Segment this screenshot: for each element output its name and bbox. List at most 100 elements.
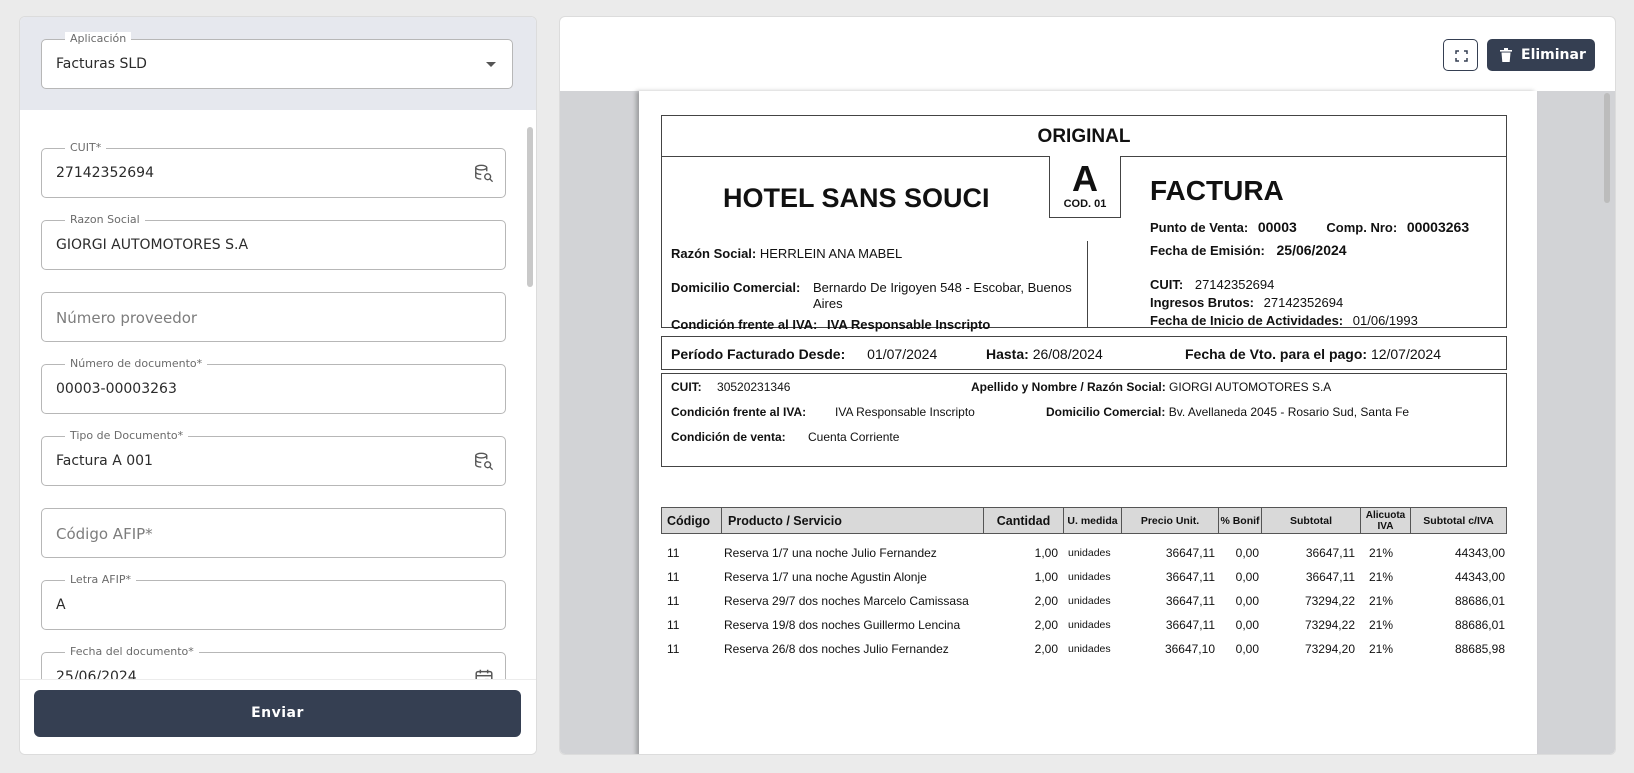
client-cuit-label: CUIT:: [671, 380, 702, 394]
row-producto: Reserva 1/7 una noche Agustin Alonje: [724, 570, 927, 584]
row-cantidad: 1,00: [1034, 570, 1058, 584]
row-precio: 36647,11: [1165, 546, 1215, 560]
row-cantidad: 2,00: [1034, 642, 1058, 656]
comp-nro-value: 00003263: [1406, 219, 1470, 235]
numero-documento-field[interactable]: Número de documento* 00003-00003263: [41, 357, 506, 414]
items-table-header: Código Producto / Servicio Cantidad U. m…: [661, 507, 1507, 534]
row-codigo: 11: [667, 594, 680, 608]
issuer-cuit: CUIT: 27142352694: [1150, 277, 1274, 292]
client-iva-value: IVA Responsable Inscripto: [835, 405, 975, 419]
issuer-domicilio-line1: Bernardo De Irigoyen 548 - Escobar, Buen…: [813, 280, 1072, 295]
pdf-viewer[interactable]: ORIGINAL A COD. 01 HOTEL SANS SOUCI FACT…: [560, 91, 1615, 754]
fecha-emision: Fecha de Emisión: 25/06/2024: [1150, 242, 1347, 258]
aplicacion-select[interactable]: Aplicación Facturas SLD: [41, 32, 513, 89]
form-scrollbar[interactable]: [527, 127, 533, 287]
periodo-hasta: Hasta: 26/08/2024: [986, 346, 1103, 362]
cuit-label: CUIT*: [65, 141, 107, 155]
eliminar-label: Eliminar: [1521, 47, 1586, 63]
fecha-emision-label: Fecha de Emisión:: [1150, 243, 1265, 258]
row-cantidad: 2,00: [1034, 618, 1058, 632]
client-nombre: Apellido y Nombre / Razón Social: GIORGI…: [971, 380, 1331, 394]
col-cantidad: Cantidad: [984, 508, 1064, 533]
fecha-documento-label: Fecha del documento*: [65, 645, 199, 659]
row-bonif: 0,00: [1235, 546, 1259, 560]
punto-venta-value: 00003: [1257, 219, 1297, 235]
application-selector-area: Aplicación Facturas SLD: [20, 17, 536, 110]
codigo-afip-input[interactable]: Código AFIP*: [41, 508, 506, 558]
copy-label: ORIGINAL: [1037, 126, 1131, 147]
client-domicilio-value: Bv. Avellaneda 2045 - Rosario Sud, Santa…: [1168, 405, 1410, 419]
row-total: 88686,01: [1454, 594, 1505, 608]
client-nombre-value: GIORGI AUTOMOTORES S.A: [1169, 380, 1332, 394]
periodo-desde-label: Período Facturado Desde:: [671, 346, 846, 362]
row-bonif: 0,00: [1235, 642, 1259, 656]
razon-social-value: GIORGI AUTOMOTORES S.A: [56, 237, 249, 253]
inicio-actividades: Fecha de Inicio de Actividades: 01/06/19…: [1150, 313, 1418, 328]
cuit-field[interactable]: CUIT* 27142352694: [41, 141, 506, 198]
row-precio: 36647,11: [1165, 570, 1215, 584]
invoice-letter: A: [1072, 158, 1098, 199]
client-domicilio-label: Domicilio Comercial:: [1046, 405, 1166, 419]
chevron-down-icon[interactable]: [486, 62, 496, 67]
col-alicuota: Alicuota IVA: [1361, 508, 1411, 533]
inicio-actividades-label: Fecha de Inicio de Actividades:: [1150, 313, 1344, 328]
issuer-razon-social-label: Razón Social:: [671, 246, 757, 261]
row-umedida: unidades: [1068, 619, 1111, 631]
invoice-page: ORIGINAL A COD. 01 HOTEL SANS SOUCI FACT…: [639, 91, 1537, 754]
header-divider: [1087, 241, 1088, 328]
periodo-hasta-label: Hasta:: [986, 346, 1029, 362]
numero-documento-value: 00003-00003263: [56, 381, 177, 397]
tipo-documento-value: Factura A 001: [56, 453, 153, 469]
comp-nro-label: Comp. Nro:: [1326, 220, 1398, 235]
eliminar-button[interactable]: Eliminar: [1487, 39, 1595, 71]
row-bonif: 0,00: [1235, 594, 1259, 608]
tipo-documento-field[interactable]: Tipo de Documento* Factura A 001: [41, 429, 506, 486]
razon-social-label: Razon Social: [65, 213, 145, 227]
row-precio: 36647,11: [1165, 618, 1215, 632]
col-umedida: U. medida: [1064, 508, 1122, 533]
razon-social-field[interactable]: Razon Social GIORGI AUTOMOTORES S.A: [41, 213, 506, 270]
col-subtotal: Subtotal: [1262, 508, 1361, 533]
row-precio: 36647,11: [1165, 594, 1215, 608]
letra-afip-field[interactable]: Letra AFIP* A: [41, 573, 506, 630]
issuer-cuit-value: 27142352694: [1194, 277, 1275, 292]
table-row: 11 Reserva 1/7 una noche Agustin Alonje …: [661, 565, 1507, 589]
period-box: Período Facturado Desde: 01/07/2024 Hast…: [661, 336, 1507, 370]
database-search-icon[interactable]: [473, 451, 495, 473]
client-domicilio: Domicilio Comercial: Bv. Avellaneda 2045…: [1046, 405, 1409, 419]
numero-proveedor-input[interactable]: Número proveedor: [41, 292, 506, 342]
enviar-button[interactable]: Enviar: [34, 690, 521, 737]
issuer-iva: Condición frente al IVA: IVA Responsable…: [671, 317, 990, 332]
aplicacion-label: Aplicación: [65, 32, 132, 46]
company-name: HOTEL SANS SOUCI: [723, 183, 990, 213]
client-venta-value: Cuenta Corriente: [808, 430, 900, 444]
issuer-iva-value: IVA Responsable Inscripto: [827, 317, 991, 332]
client-nombre-label: Apellido y Nombre / Razón Social:: [971, 380, 1166, 394]
col-precio: Precio Unit.: [1122, 508, 1219, 533]
row-producto: Reserva 29/7 dos noches Marcelo Camissas…: [724, 594, 969, 608]
row-subtotal: 73294,22: [1304, 594, 1355, 608]
row-codigo: 11: [667, 570, 680, 584]
client-cuit: CUIT: 30520231346: [671, 380, 790, 394]
row-total: 44343,00: [1454, 546, 1505, 560]
invoice-form-panel: Aplicación Facturas SLD CUIT* 2714235269…: [19, 16, 537, 755]
viewer-scrollbar[interactable]: [1604, 93, 1610, 203]
numero-documento-label: Número de documento*: [65, 357, 208, 371]
database-search-icon[interactable]: [473, 163, 495, 185]
issuer-razon-social-value: HERRLEIN ANA MABEL: [759, 246, 903, 261]
periodo-hasta-value: 26/08/2024: [1032, 346, 1103, 362]
row-alicuota: 21%: [1368, 594, 1393, 608]
document-viewer-panel: Eliminar ORIGINAL A COD. 01 HOTEL SANS S…: [559, 16, 1616, 755]
fecha-vto-label: Fecha de Vto. para el pago:: [1185, 346, 1368, 362]
form-fields-scroll-area[interactable]: CUIT* 27142352694 Razon Social GIORGI AU…: [20, 110, 536, 696]
fullscreen-button[interactable]: [1443, 39, 1478, 71]
table-row: 11 Reserva 29/7 dos noches Marcelo Camis…: [661, 589, 1507, 613]
fecha-vto-value: 12/07/2024: [1370, 346, 1442, 362]
row-alicuota: 21%: [1368, 642, 1393, 656]
issuer-razon-social: Razón Social: HERRLEIN ANA MABEL: [671, 246, 902, 261]
col-total: Subtotal c/IVA: [1423, 514, 1494, 527]
row-precio: 36647,10: [1164, 642, 1215, 656]
row-cantidad: 2,00: [1034, 594, 1058, 608]
col-producto: Producto / Servicio: [722, 508, 984, 533]
issuer-cuit-label: CUIT:: [1150, 277, 1184, 292]
